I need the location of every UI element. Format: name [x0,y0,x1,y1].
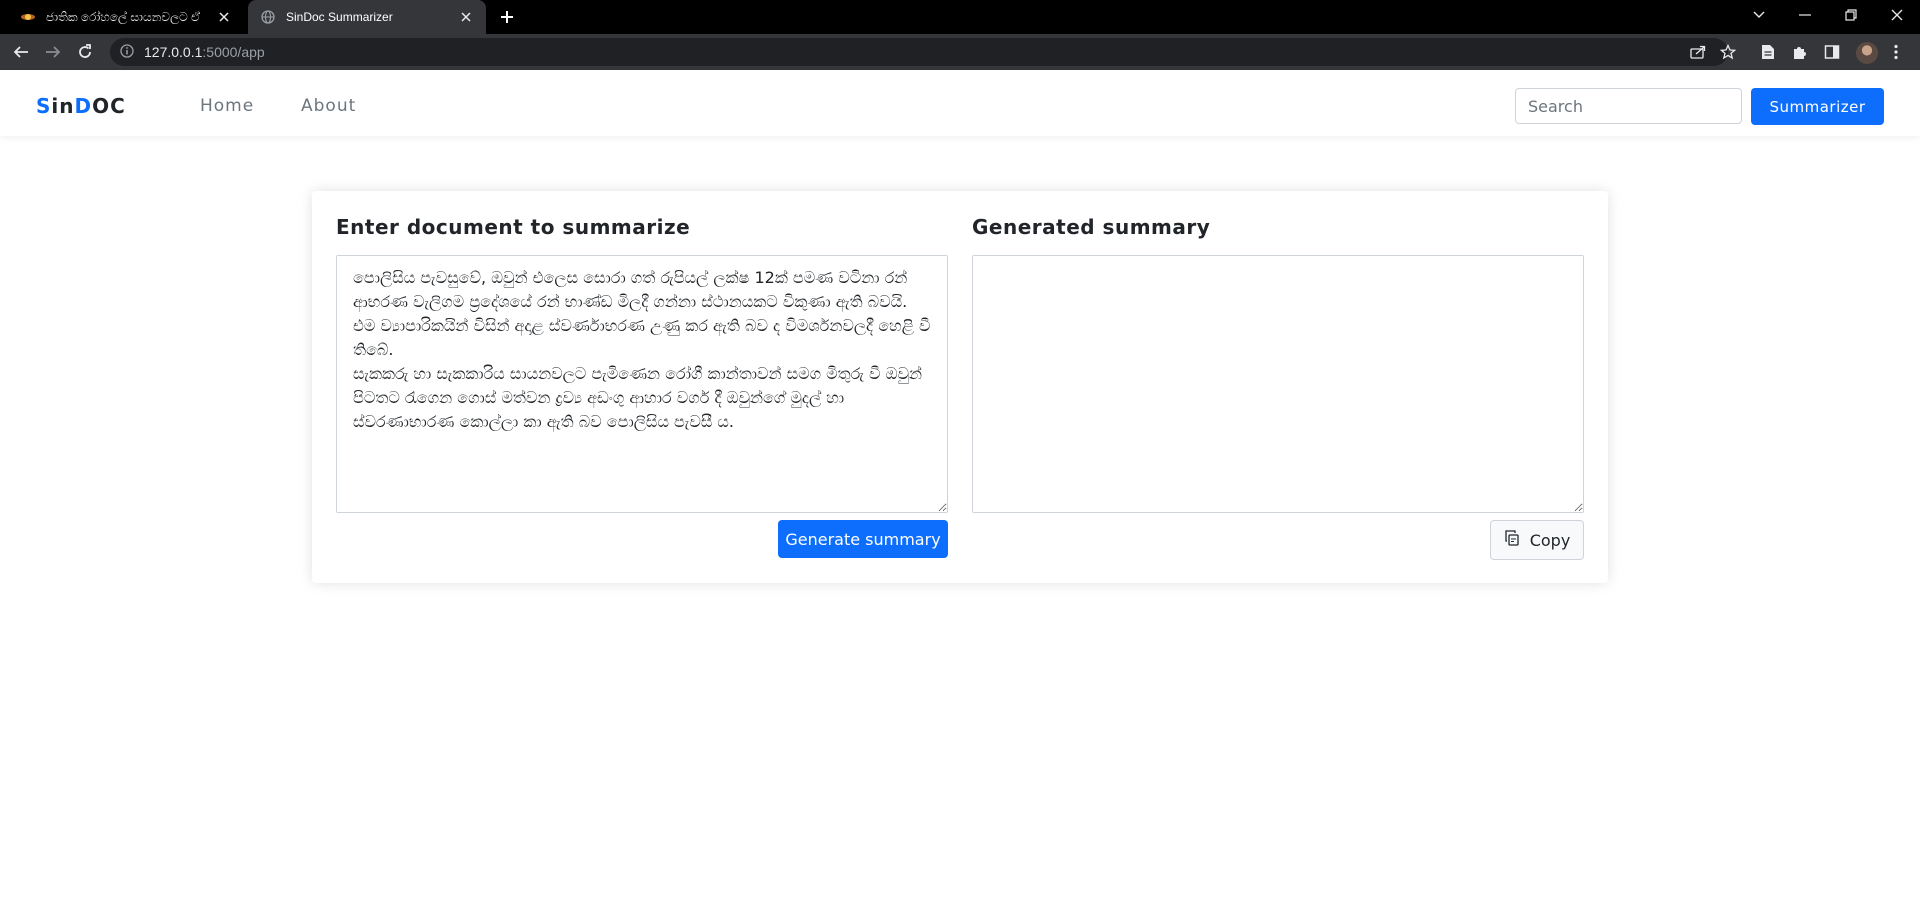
url-path: :5000/app [202,44,265,60]
close-tab-icon[interactable] [458,9,474,25]
search-input[interactable] [1515,88,1742,124]
star-bookmark-icon[interactable] [1716,40,1740,64]
close-window-icon[interactable] [1874,0,1920,30]
brand-text: in [51,94,75,118]
back-arrow-icon[interactable] [7,38,35,66]
site-favicon-icon [20,9,36,25]
output-heading: Generated summary [972,215,1211,239]
minimize-icon[interactable] [1782,0,1828,30]
side-panel-icon[interactable] [1820,40,1844,64]
forward-arrow-icon[interactable] [39,38,67,66]
summarizer-button[interactable]: Summarizer [1751,88,1884,125]
globe-icon [260,9,276,25]
site-navbar: SinDOC Home About Summarizer [0,70,1920,136]
document-input[interactable]: පොලිසිය පැවසුවේ, ඔවුන් එලෙස සොරා ගත් රුප… [336,255,948,513]
brand-logo[interactable]: SinDOC [36,94,126,118]
input-heading: Enter document to summarize [336,215,691,239]
document-extension-icon[interactable] [1756,40,1780,64]
menu-kebab-icon[interactable] [1884,40,1908,64]
tab-title: ජාතික රෝහලේ සායනවලට ඒ [46,9,201,24]
brand-letter: S [36,94,52,118]
reload-icon[interactable] [71,38,99,66]
puzzle-extensions-icon[interactable] [1788,40,1812,64]
tab-search-chevron-icon[interactable] [1736,0,1782,30]
new-tab-icon[interactable] [496,7,518,27]
tab-title: SinDoc Summarizer [286,10,393,24]
url-text: 127.0.0.1:5000/app [144,44,265,60]
copy-icon [1504,530,1520,550]
close-tab-icon[interactable] [216,9,232,25]
summary-output[interactable] [972,255,1584,513]
summarizer-card: Enter document to summarize පොලිසිය පැවස… [312,191,1608,583]
info-icon[interactable] [120,43,134,62]
generate-summary-button[interactable]: Generate summary [778,520,948,558]
brand-letter: D [74,94,93,118]
nav-link-home[interactable]: Home [200,96,254,116]
copy-label: Copy [1529,530,1571,550]
address-bar[interactable]: 127.0.0.1:5000/app [110,38,1728,66]
browser-tab-1[interactable]: ජාතික රෝහලේ සායනවලට ඒ [8,0,244,34]
browser-toolbar: 127.0.0.1:5000/app [0,34,1920,70]
restore-icon[interactable] [1828,0,1874,30]
share-icon[interactable] [1686,40,1710,64]
copy-button[interactable]: Copy [1490,520,1584,560]
brand-text: OC [92,94,126,118]
url-host: 127.0.0.1 [144,44,203,60]
browser-tab-2[interactable]: SinDoc Summarizer [248,0,486,34]
browser-tabstrip: ජාතික රෝහලේ සායනවලට ඒ SinDoc Summarizer [0,0,1920,34]
nav-link-about[interactable]: About [301,96,356,116]
profile-avatar[interactable] [1856,42,1878,64]
